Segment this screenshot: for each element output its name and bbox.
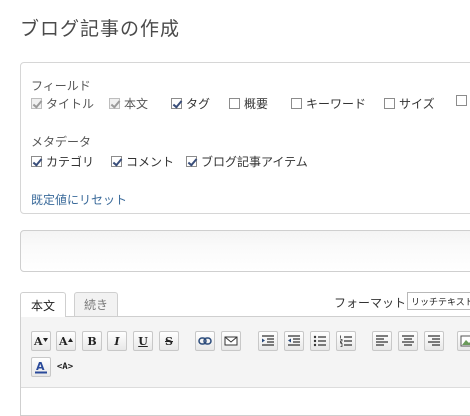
page-title: ブログ記事の作成 (20, 18, 181, 40)
font-size-decrease-glyph: A (33, 335, 43, 348)
fields-panel: フィールド タイトル 本文 タグ 概要 キーワード サイズ メタデータ カテゴリ… (20, 62, 470, 214)
bulleted-list-icon[interactable] (310, 331, 330, 351)
align-right-icon[interactable] (424, 331, 444, 351)
checkbox-icon (31, 156, 42, 167)
format-select[interactable]: リッチテキスト (407, 292, 470, 310)
field-checkbox-keywords[interactable]: キーワード (291, 95, 366, 112)
font-size-increase-glyph: A (58, 335, 68, 348)
email-icon[interactable] (221, 331, 241, 351)
indent-icon[interactable] (258, 331, 278, 351)
align-center-icon[interactable] (398, 331, 418, 351)
field-label-tags: タグ (186, 97, 211, 111)
metadata-checkbox-category[interactable]: カテゴリ (31, 153, 94, 170)
metadata-checkbox-blog-item[interactable]: ブログ記事アイテム (186, 153, 308, 170)
format-label: フォーマット: (334, 296, 411, 310)
bold-glyph: B (87, 334, 97, 348)
underline-glyph: U (138, 334, 148, 348)
font-size-decrease-icon[interactable]: A (31, 331, 51, 351)
editor-toolbar: A A B I U S A <A> (21, 317, 470, 388)
underline-icon[interactable]: U (133, 331, 153, 351)
italic-glyph: I (114, 334, 120, 348)
field-label-size: サイズ (399, 97, 435, 111)
field-checkbox-title[interactable]: タイトル (31, 95, 94, 112)
field-checkbox-size[interactable]: サイズ (384, 95, 435, 112)
checkbox-icon (186, 156, 197, 167)
metadata-label-blog-item: ブログ記事アイテム (201, 155, 308, 169)
tab-body[interactable]: 本文 (20, 292, 66, 317)
metadata-label-comments: コメント (126, 155, 175, 169)
field-checkbox-more[interactable] (456, 95, 470, 106)
field-label-excerpt: 概要 (244, 97, 269, 111)
font-size-increase-icon[interactable]: A (56, 331, 76, 351)
bold-icon[interactable]: B (82, 331, 102, 351)
outdent-icon[interactable] (284, 331, 304, 351)
reset-to-default-link[interactable]: 既定値にリセット (31, 191, 127, 208)
editor-area[interactable]: A A B I U S A <A> (20, 316, 470, 416)
fields-section-label: フィールド (31, 79, 91, 93)
checkbox-icon (31, 98, 42, 109)
html-source-glyph: <A> (56, 362, 74, 372)
field-label-body: 本文 (124, 97, 149, 111)
html-source-icon[interactable]: <A> (54, 357, 76, 377)
image-icon[interactable] (457, 331, 470, 351)
italic-icon[interactable]: I (107, 331, 127, 351)
tab-extended[interactable]: 続き (74, 292, 118, 316)
checkbox-icon (456, 95, 467, 106)
field-checkbox-tags[interactable]: タグ (171, 95, 210, 112)
checkbox-icon (111, 156, 122, 167)
metadata-section-label: メタデータ (31, 135, 92, 149)
checkbox-icon (229, 98, 240, 109)
text-color-icon[interactable]: A (31, 357, 51, 377)
field-checkbox-body[interactable]: 本文 (109, 95, 148, 112)
field-label-title: タイトル (46, 97, 95, 111)
title-input[interactable] (20, 230, 470, 272)
checkbox-icon (109, 98, 120, 109)
strikethrough-icon[interactable]: S (159, 331, 179, 351)
align-left-icon[interactable] (372, 331, 392, 351)
checkbox-icon (291, 98, 302, 109)
text-color-glyph: A (36, 360, 45, 373)
numbered-list-icon[interactable] (336, 331, 356, 351)
strikethrough-glyph: S (165, 334, 173, 348)
field-checkbox-excerpt[interactable]: 概要 (229, 95, 268, 112)
field-label-keywords: キーワード (306, 97, 367, 111)
link-icon[interactable] (195, 331, 215, 351)
checkbox-icon (171, 98, 182, 109)
metadata-checkbox-comments[interactable]: コメント (111, 153, 174, 170)
checkbox-icon (384, 98, 395, 109)
metadata-label-category: カテゴリ (46, 155, 95, 169)
